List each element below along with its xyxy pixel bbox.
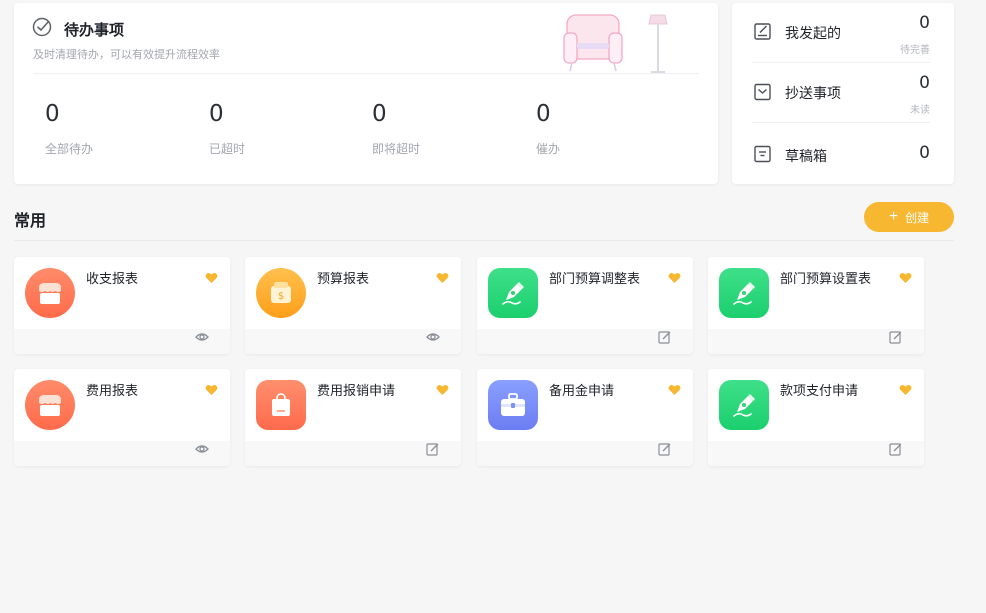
inbox-icon [754, 83, 772, 105]
divider [752, 122, 930, 123]
divider [752, 62, 930, 63]
heart-icon[interactable] [436, 381, 449, 400]
app-tile[interactable]: 费用报表 [14, 369, 230, 466]
app-tile-name: 备用金申请 [549, 384, 615, 399]
create-button-label: 创建 [905, 210, 930, 225]
stat-label: 已超时 [209, 142, 246, 156]
stat-due-soon[interactable]: 0 即将超时 [372, 103, 420, 157]
heart-icon[interactable] [205, 381, 218, 400]
divider [33, 73, 699, 74]
summary-item-sub: 未读 [910, 105, 930, 116]
summary-item-label: 草稿箱 [785, 149, 827, 165]
edit-icon[interactable] [658, 441, 672, 460]
todo-header: 待办事项 [32, 17, 124, 41]
summary-item-count: 0 [919, 143, 930, 163]
svg-text:$: $ [278, 291, 284, 302]
edit-icon[interactable] [889, 441, 903, 460]
shopping-bag-icon [256, 380, 306, 430]
heart-icon[interactable] [668, 381, 681, 400]
summary-card: 我发起的 0 待完善 抄送事项 0 未读 草稿箱 0 [732, 3, 954, 184]
summary-item-cc[interactable]: 抄送事项 0 未读 [754, 73, 930, 121]
pen-icon [719, 268, 769, 318]
draft-box-icon [754, 145, 772, 167]
stat-value: 0 [45, 101, 60, 127]
app-tile-name: 款项支付申请 [780, 384, 859, 399]
view-icon[interactable] [195, 441, 209, 460]
summary-item-label: 我发起的 [785, 26, 841, 42]
summary-item-drafts[interactable]: 草稿箱 0 [754, 135, 930, 171]
summary-item-label: 抄送事项 [785, 86, 841, 102]
stat-label: 催办 [536, 142, 561, 156]
app-tile-name: 部门预算调整表 [549, 272, 641, 287]
view-icon[interactable] [195, 329, 209, 348]
edit-icon[interactable] [889, 329, 903, 348]
app-tile-name: 收支报表 [86, 272, 139, 287]
stat-value: 0 [209, 101, 224, 127]
create-button[interactable]: + 创建 [864, 202, 954, 232]
pen-icon [719, 380, 769, 430]
heart-icon[interactable] [899, 381, 912, 400]
app-tile[interactable]: 部门预算调整表 [477, 257, 693, 354]
view-icon[interactable] [426, 329, 440, 348]
stat-all-todo[interactable]: 0 全部待办 [45, 103, 93, 157]
app-tile[interactable]: 费用报销申请 [245, 369, 461, 466]
shop-icon [25, 380, 75, 430]
summary-item-count: 0 [919, 13, 930, 33]
plus-icon: + [888, 208, 899, 225]
todo-title: 待办事项 [64, 20, 125, 39]
summary-item-sub: 待完善 [900, 45, 930, 56]
check-circle-icon [32, 17, 52, 41]
stat-value: 0 [536, 101, 551, 127]
app-tile[interactable]: 部门预算设置表 [708, 257, 924, 354]
app-tile-name: 预算报表 [317, 272, 370, 287]
armchair-lamp-illustration [562, 13, 672, 79]
section-title-common: 常用 [14, 211, 47, 230]
edit-icon[interactable] [658, 329, 672, 348]
todo-subtitle: 及时清理待办，可以有效提升流程效率 [33, 48, 220, 61]
app-tile-name: 费用报销申请 [317, 384, 396, 399]
summary-item-count: 0 [919, 73, 930, 93]
pen-icon [488, 268, 538, 318]
edit-icon [754, 22, 772, 44]
stat-overdue[interactable]: 0 已超时 [209, 103, 245, 157]
stat-value: 0 [372, 101, 387, 127]
stat-urged[interactable]: 0 催办 [536, 103, 560, 157]
app-tile[interactable]: 款项支付申请 [708, 369, 924, 466]
edit-icon[interactable] [426, 441, 440, 460]
heart-icon[interactable] [436, 269, 449, 288]
stat-label: 全部待办 [45, 142, 94, 156]
app-tile[interactable]: $ 预算报表 [245, 257, 461, 354]
briefcase-icon [488, 380, 538, 430]
app-tile[interactable]: 收支报表 [14, 257, 230, 354]
divider [14, 240, 954, 241]
app-tile-name: 费用报表 [86, 384, 139, 399]
app-tile[interactable]: 备用金申请 [477, 369, 693, 466]
shop-icon [25, 268, 75, 318]
heart-icon[interactable] [899, 269, 912, 288]
heart-icon[interactable] [205, 269, 218, 288]
todo-card: 待办事项 及时清理待办，可以有效提升流程效率 0 全部待办 0 已超时 0 即将… [14, 3, 718, 184]
summary-item-initiated[interactable]: 我发起的 0 待完善 [754, 13, 930, 61]
heart-icon[interactable] [668, 269, 681, 288]
stat-label: 即将超时 [372, 142, 421, 156]
app-tile-name: 部门预算设置表 [780, 272, 872, 287]
money-bag-icon: $ [256, 268, 306, 318]
